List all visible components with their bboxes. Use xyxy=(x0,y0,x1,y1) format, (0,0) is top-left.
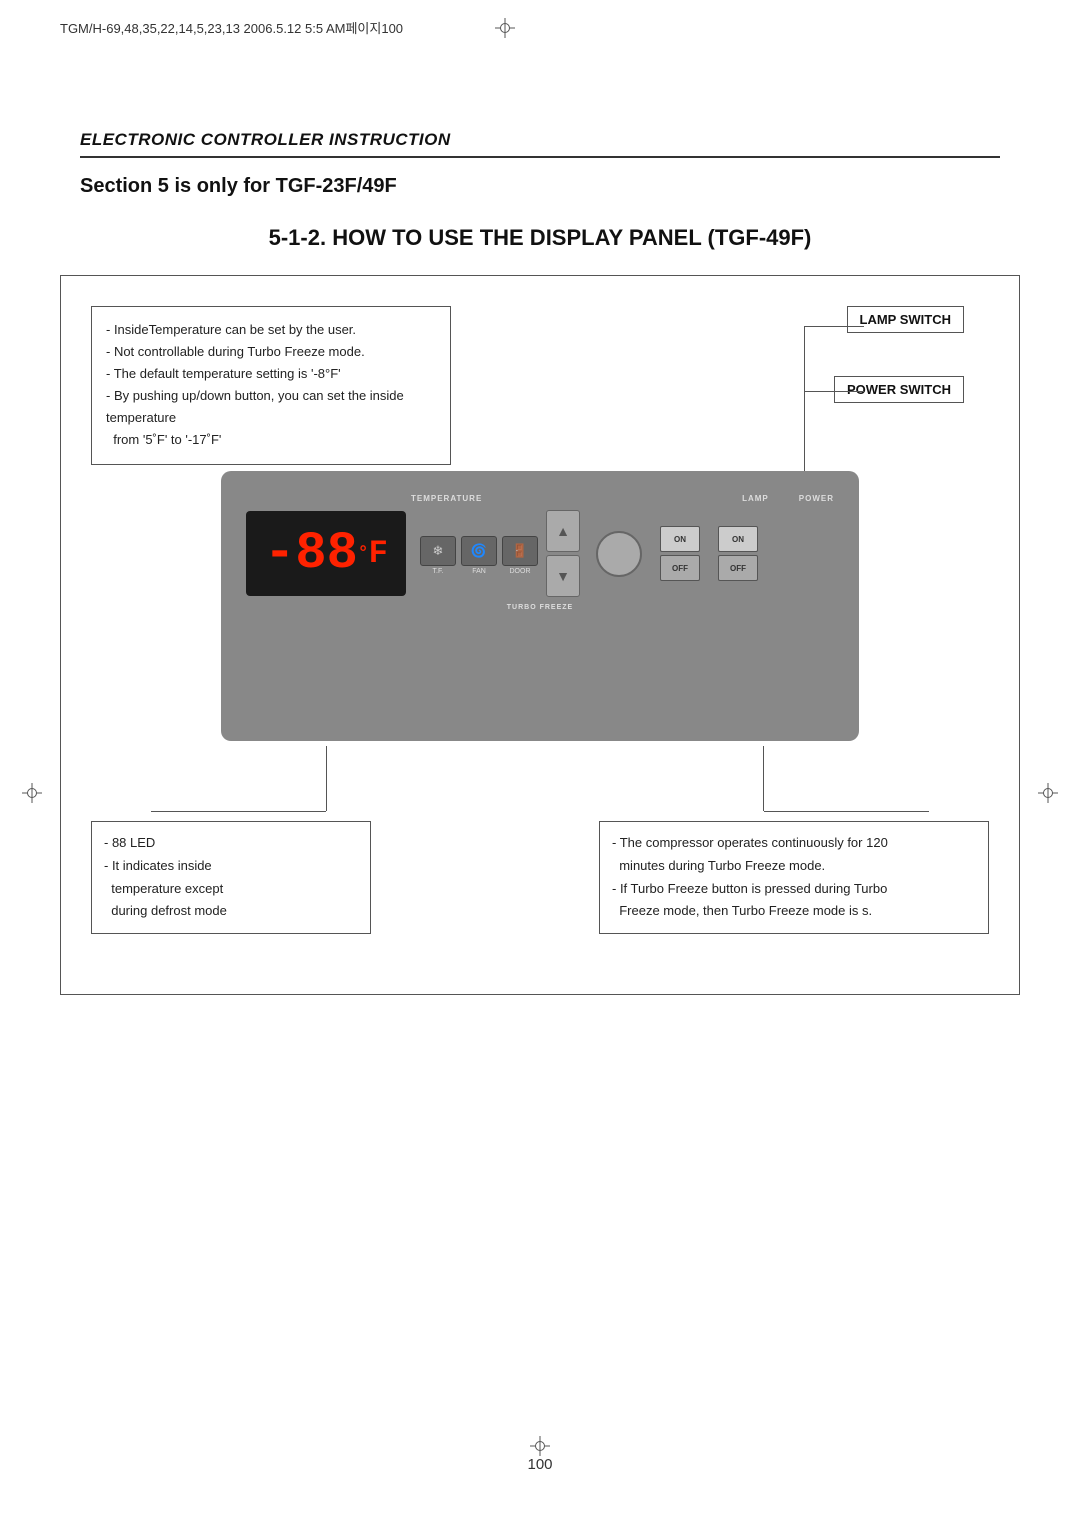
panel-bottom-row: TURBO FREEZE xyxy=(236,602,844,611)
connector-right-h xyxy=(764,811,929,812)
power-off-button[interactable]: OFF xyxy=(718,555,758,581)
power-label: POWER xyxy=(799,494,834,503)
section-title: ELECTRONIC CONTROLLER INSTRUCTION xyxy=(80,130,451,149)
icon-buttons-group: ❄ 🌀 🚪 T.F. FAN DOOR xyxy=(420,533,538,575)
lamp-off-button[interactable]: OFF xyxy=(660,555,700,581)
main-heading: 5-1-2. HOW TO USE THE DISPLAY PANEL (TGF… xyxy=(80,225,1000,251)
callout-bottom-left-text: - 88 LED - It indicates inside temperatu… xyxy=(104,832,358,923)
power-control-group: ON OFF xyxy=(718,526,758,581)
lamp-on-button[interactable]: ON xyxy=(660,526,700,552)
power-switch-label: POWER SWITCH xyxy=(834,376,964,403)
crosshair-bottom xyxy=(530,1436,550,1456)
temp-up-button[interactable]: ▲ xyxy=(546,510,580,552)
diagram-box: - InsideTemperature can be set by the us… xyxy=(60,275,1020,995)
callout-bottom-right-text: - The compressor operates continuously f… xyxy=(612,832,976,923)
lamp-line-horizontal xyxy=(804,326,864,327)
subtitle: Section 5 is only for TGF-23F/49F xyxy=(80,175,397,198)
connector-left-v xyxy=(326,746,327,811)
power-on-button[interactable]: ON xyxy=(718,526,758,552)
tf-button[interactable]: ❄ xyxy=(420,536,456,566)
lamp-switch-label: LAMP SWITCH xyxy=(847,306,964,333)
icon-col-labels: T.F. FAN DOOR xyxy=(420,568,538,575)
temp-control-group: ▲ ▼ xyxy=(546,510,580,597)
crosshair-left xyxy=(22,783,42,803)
temperature-display: -88°F xyxy=(246,511,406,596)
turbo-freeze-label: TURBO FREEZE xyxy=(507,604,573,611)
display-value: -88 xyxy=(264,524,358,583)
panel-main-row: -88°F ❄ 🌀 🚪 T.F. FAN DOOR xyxy=(236,505,844,602)
door-button[interactable]: 🚪 xyxy=(502,536,538,566)
callout-bottom-left: - 88 LED - It indicates inside temperatu… xyxy=(91,821,371,934)
turbo-freeze-button[interactable] xyxy=(596,531,642,577)
connector-left-h xyxy=(151,811,326,812)
control-panel: TEMPERATURE LAMP POWER -88°F ❄ 🌀 🚪 xyxy=(221,471,859,741)
callout-top-left: - InsideTemperature can be set by the us… xyxy=(91,306,451,465)
temp-down-button[interactable]: ▼ xyxy=(546,555,580,597)
crosshair-top xyxy=(495,18,515,38)
section-title-container: ELECTRONIC CONTROLLER INSTRUCTION xyxy=(80,130,1000,158)
lamp-control-group: ON OFF xyxy=(660,526,700,581)
page-header: TGM/H-69,48,35,22,14,5,23,13 2006.5.12 5… xyxy=(60,18,403,37)
callout-bottom-right: - The compressor operates continuously f… xyxy=(599,821,989,934)
power-line-horizontal xyxy=(804,391,864,392)
crosshair-right xyxy=(1038,783,1058,803)
fan-button[interactable]: 🌀 xyxy=(461,536,497,566)
tf-label: T.F. xyxy=(420,568,456,575)
panel-inner: TEMPERATURE LAMP POWER -88°F ❄ 🌀 🚪 xyxy=(236,486,844,726)
fan-label: FAN xyxy=(461,568,497,575)
display-unit: F xyxy=(369,535,388,572)
callout-line-1: - InsideTemperature can be set by the us… xyxy=(106,319,436,452)
connector-right-v xyxy=(763,746,764,811)
panel-top-row: TEMPERATURE LAMP POWER xyxy=(236,486,844,505)
display-degree: ° xyxy=(358,544,369,564)
lamp-label: LAMP xyxy=(742,494,769,503)
door-label: DOOR xyxy=(502,568,538,575)
temperature-label: TEMPERATURE xyxy=(411,494,482,503)
page-number: 100 xyxy=(527,1456,552,1473)
icon-row: ❄ 🌀 🚪 xyxy=(420,536,538,566)
